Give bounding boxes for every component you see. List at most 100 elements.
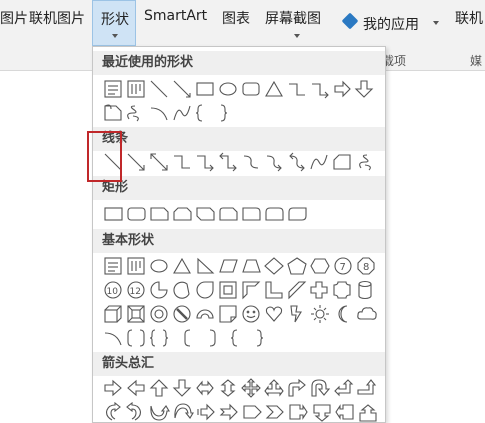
cloud-icon[interactable]	[357, 307, 377, 320]
vertical-text-box-icon[interactable]	[127, 80, 145, 98]
round-diagonal-corner-rectangle-icon[interactable]	[288, 207, 307, 221]
plaque-icon[interactable]	[333, 281, 351, 299]
curved-down-arrow-icon[interactable]	[174, 403, 194, 419]
parallelogram-icon[interactable]	[219, 259, 238, 273]
vertical-text-box-icon[interactable]	[127, 257, 145, 275]
can-icon[interactable]	[358, 280, 372, 300]
rounded-rectangle-icon[interactable]	[127, 207, 146, 221]
arc-icon[interactable]	[150, 107, 168, 121]
pentagon-icon[interactable]	[287, 257, 307, 275]
teardrop-icon[interactable]	[196, 281, 214, 299]
text-box-icon[interactable]	[104, 257, 122, 275]
right-arrow-icon[interactable]	[334, 80, 351, 98]
triangle-icon[interactable]	[265, 80, 283, 97]
up-down-arrow-icon[interactable]	[220, 379, 236, 397]
chart-button[interactable]: 图表	[222, 8, 250, 28]
right-brace-icon[interactable]	[220, 104, 228, 122]
oval-icon[interactable]	[219, 82, 237, 96]
curve-icon[interactable]	[310, 154, 328, 170]
trapezoid-icon[interactable]	[242, 259, 261, 273]
dodecagon-icon[interactable]: 12	[127, 281, 145, 299]
triangle-icon[interactable]	[173, 257, 191, 274]
right-triangle-icon[interactable]	[197, 257, 215, 274]
snip-same-side-corner-rectangle-icon[interactable]	[173, 207, 192, 221]
right-bracket-icon[interactable]	[209, 329, 216, 347]
left-brace-icon[interactable]	[195, 104, 203, 122]
left-arrow-callout-icon[interactable]	[335, 404, 354, 420]
arrow-line-icon[interactable]	[173, 80, 191, 98]
striped-right-arrow-icon[interactable]	[197, 403, 215, 421]
quad-arrow-icon[interactable]	[241, 378, 261, 398]
up-arrow-callout-icon[interactable]	[359, 404, 377, 422]
heart-icon[interactable]	[265, 306, 283, 322]
round-single-corner-rectangle-icon[interactable]	[242, 207, 261, 221]
cross-icon[interactable]	[310, 281, 328, 299]
moon-icon[interactable]	[338, 305, 348, 323]
double-brace-icon[interactable]	[149, 329, 169, 347]
screenshot-button[interactable]: 屏幕截图	[265, 8, 321, 28]
rectangle-icon[interactable]	[104, 207, 123, 221]
heptagon-icon[interactable]: 7	[334, 257, 352, 275]
octagon-icon[interactable]: 8	[357, 257, 375, 275]
my-apps-button[interactable]: 我的应用	[363, 14, 419, 34]
online-pictures-button[interactable]: 联机图片	[29, 8, 85, 28]
rectangle-icon[interactable]	[196, 82, 214, 96]
double-bracket-icon[interactable]	[127, 329, 145, 347]
pictures-button[interactable]: 图片	[0, 8, 28, 28]
diagonal-stripe-icon[interactable]	[288, 281, 307, 300]
curve-icon[interactable]	[173, 105, 191, 121]
hexagon-icon[interactable]	[310, 258, 330, 274]
curved-double-arrow-connector-icon[interactable]	[289, 152, 305, 172]
sun-icon[interactable]	[311, 305, 329, 323]
bent-up-arrow-icon[interactable]	[357, 379, 377, 395]
scribble-icon[interactable]	[359, 154, 371, 171]
curved-left-arrow-icon[interactable]	[126, 402, 141, 421]
right-arrow-callout-icon[interactable]	[289, 404, 308, 420]
snip-rectangle-icon[interactable]	[104, 104, 122, 121]
elbow-connector-icon[interactable]	[289, 83, 305, 96]
smartart-button[interactable]: SmartArt	[144, 8, 207, 24]
down-arrow-icon[interactable]	[354, 80, 374, 98]
block-arc-icon[interactable]	[196, 309, 214, 319]
left-right-up-arrow-icon[interactable]	[264, 379, 284, 397]
left-brace-icon[interactable]	[230, 329, 238, 347]
shapes-button[interactable]: 形状	[92, 0, 136, 46]
arc-icon[interactable]	[104, 332, 122, 346]
l-shape-icon[interactable]	[265, 281, 283, 299]
snip-single-corner-rectangle-icon[interactable]	[150, 207, 169, 221]
freeform-shape-icon[interactable]	[333, 154, 351, 170]
cube-icon[interactable]	[104, 305, 122, 323]
left-arrow-icon[interactable]	[127, 379, 145, 397]
curved-arrow-connector-icon[interactable]	[266, 155, 282, 172]
elbow-arrow-connector-icon[interactable]	[197, 155, 214, 172]
right-brace-icon[interactable]	[256, 329, 264, 347]
curved-connector-icon[interactable]	[243, 155, 259, 169]
curved-up-arrow-icon[interactable]	[150, 405, 170, 421]
u-turn-arrow-icon[interactable]	[311, 379, 331, 397]
smiley-face-icon[interactable]	[242, 305, 260, 323]
up-arrow-icon[interactable]	[149, 379, 169, 397]
left-up-arrow-icon[interactable]	[334, 379, 354, 397]
round-same-side-corner-rectangle-icon[interactable]	[265, 207, 284, 221]
elbow-arrow-connector-icon[interactable]	[312, 83, 329, 99]
folded-corner-icon[interactable]	[219, 305, 237, 323]
left-right-arrow-icon[interactable]	[196, 380, 214, 396]
no-symbol-icon[interactable]	[173, 305, 191, 323]
donut-icon[interactable]	[150, 305, 168, 323]
text-box-icon[interactable]	[104, 80, 122, 98]
frame-icon[interactable]	[219, 281, 237, 299]
elbow-double-arrow-connector-icon[interactable]	[219, 152, 237, 172]
arrow-line-icon[interactable]	[127, 153, 145, 171]
snip-round-rectangle-icon[interactable]	[219, 207, 238, 221]
down-arrow-icon[interactable]	[172, 379, 192, 397]
rounded-rectangle-icon[interactable]	[242, 82, 260, 96]
notched-right-arrow-icon[interactable]	[219, 403, 238, 421]
chord-icon[interactable]	[173, 281, 190, 299]
bent-arrow-icon[interactable]	[288, 378, 306, 397]
left-bracket-icon[interactable]	[184, 329, 191, 347]
online-video-button[interactable]: 联机	[455, 8, 483, 28]
bevel-icon[interactable]	[127, 305, 145, 323]
chevron-icon[interactable]	[265, 405, 284, 419]
decagon-icon[interactable]: 10	[104, 281, 122, 299]
elbow-connector-icon[interactable]	[174, 155, 190, 169]
